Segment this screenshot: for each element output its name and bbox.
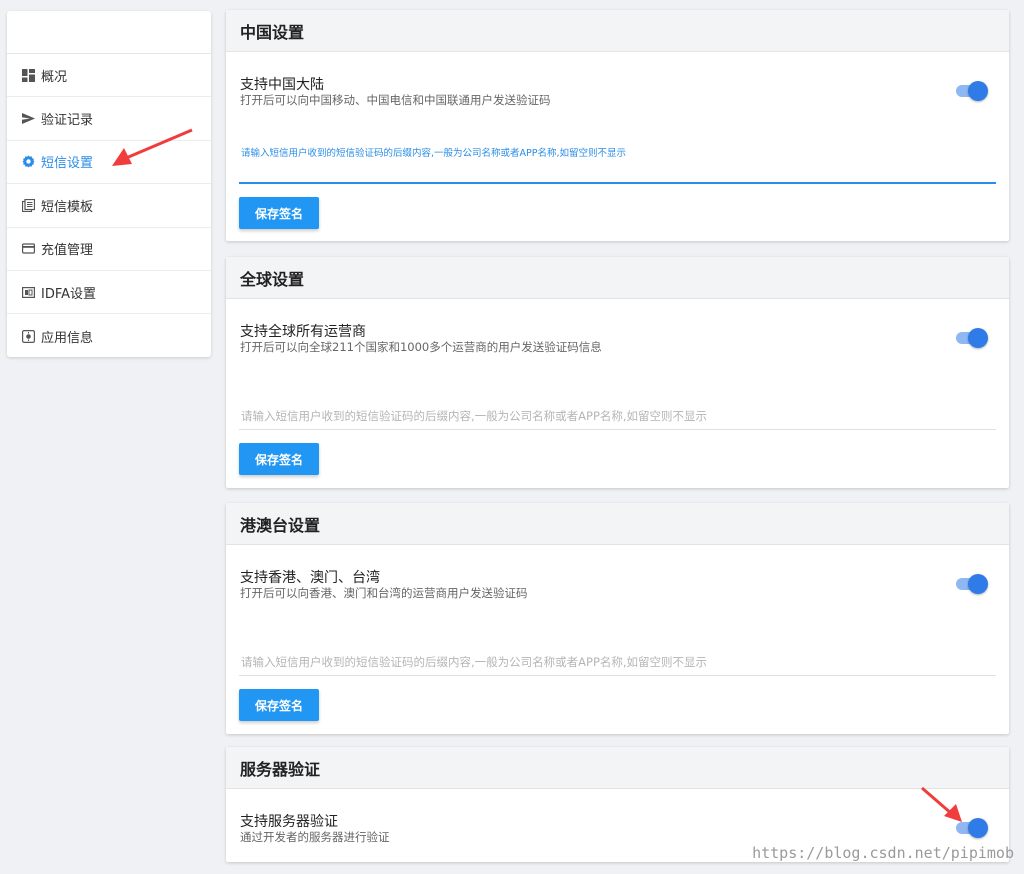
annotation-arrow-icon: [112, 128, 193, 166]
hk-macau-taiwan-signature-input[interactable]: [239, 651, 996, 676]
app-icon: [22, 329, 35, 343]
sidebar-item-templates[interactable]: 短信模板: [7, 184, 211, 228]
card-title: 中国设置: [226, 10, 1009, 52]
hk-macau-taiwan-settings-card: 港澳台设置 支持香港、澳门、台湾 打开后可以向香港、澳门和台湾的运营商用户发送验…: [226, 503, 1009, 734]
sidebar-item-app-info[interactable]: 应用信息: [7, 314, 211, 357]
signature-input-label: 请输入短信用户收到的短信验证码的后缀内容,一般为公司名称或者APP名称,如留空则…: [241, 148, 626, 159]
global-toggle[interactable]: [954, 328, 988, 348]
card-icon: [22, 242, 35, 255]
global-save-signature-button[interactable]: 保存签名: [239, 443, 319, 475]
toggle-knob: [968, 818, 988, 838]
global-settings-card: 全球设置 支持全球所有运营商 打开后可以向全球211个国家和1000多个运营商的…: [226, 257, 1009, 488]
toggle-description: 打开后可以向全球211个国家和1000多个运营商的用户发送验证码信息: [240, 340, 602, 354]
sidebar-item-label: 短信模板: [41, 199, 94, 215]
sidebar-item-label: 短信设置: [41, 156, 94, 172]
toggle-title: 支持服务器验证: [240, 814, 338, 830]
toggle-description: 打开后可以向中国移动、中国电信和中国联通用户发送验证码: [240, 93, 551, 107]
global-signature-input[interactable]: [239, 405, 996, 430]
gear-icon: [22, 155, 35, 168]
china-signature-input[interactable]: [239, 162, 996, 184]
watermark: https://blog.csdn.net/pipimob: [752, 844, 1014, 862]
toggle-title: 支持中国大陆: [240, 77, 324, 93]
toggle-knob: [968, 574, 988, 594]
toggle-title: 支持香港、澳门、台湾: [240, 570, 380, 586]
hk-macau-taiwan-toggle[interactable]: [954, 574, 988, 594]
sidebar-item-label: 充值管理: [41, 243, 94, 259]
toggle-knob: [968, 81, 988, 101]
sidebar: 概况 验证记录 短信设置 短信模板 充值管理 IDFA设置 应用信息: [7, 11, 211, 357]
template-icon: [22, 198, 35, 212]
sidebar-item-idfa[interactable]: IDFA设置: [7, 271, 211, 315]
send-icon: [22, 112, 35, 125]
toggle-description: 通过开发者的服务器进行验证: [240, 830, 390, 844]
toggle-description: 打开后可以向香港、澳门和台湾的运营商用户发送验证码: [240, 586, 528, 600]
card-title: 服务器验证: [226, 747, 1009, 789]
card-title: 全球设置: [226, 257, 1009, 299]
idfa-icon: [22, 286, 35, 299]
sidebar-item-recharge[interactable]: 充值管理: [7, 228, 211, 271]
toggle-title: 支持全球所有运营商: [240, 324, 366, 340]
china-toggle[interactable]: [954, 81, 988, 101]
sidebar-item-label: 应用信息: [41, 330, 94, 346]
card-title: 港澳台设置: [226, 503, 1009, 545]
annotation-arrow-icon: [921, 786, 962, 822]
sidebar-header: [7, 11, 211, 54]
china-save-signature-button[interactable]: 保存签名: [239, 197, 319, 229]
toggle-knob: [968, 328, 988, 348]
sidebar-item-label: IDFA设置: [41, 286, 97, 302]
sidebar-item-overview[interactable]: 概况: [7, 54, 211, 98]
sidebar-item-label: 概况: [41, 69, 68, 85]
china-settings-card: 中国设置 支持中国大陆 打开后可以向中国移动、中国电信和中国联通用户发送验证码 …: [226, 10, 1009, 241]
sidebar-item-label: 验证记录: [41, 113, 94, 129]
hk-macau-taiwan-save-signature-button[interactable]: 保存签名: [239, 689, 319, 721]
dashboard-icon: [22, 68, 35, 82]
